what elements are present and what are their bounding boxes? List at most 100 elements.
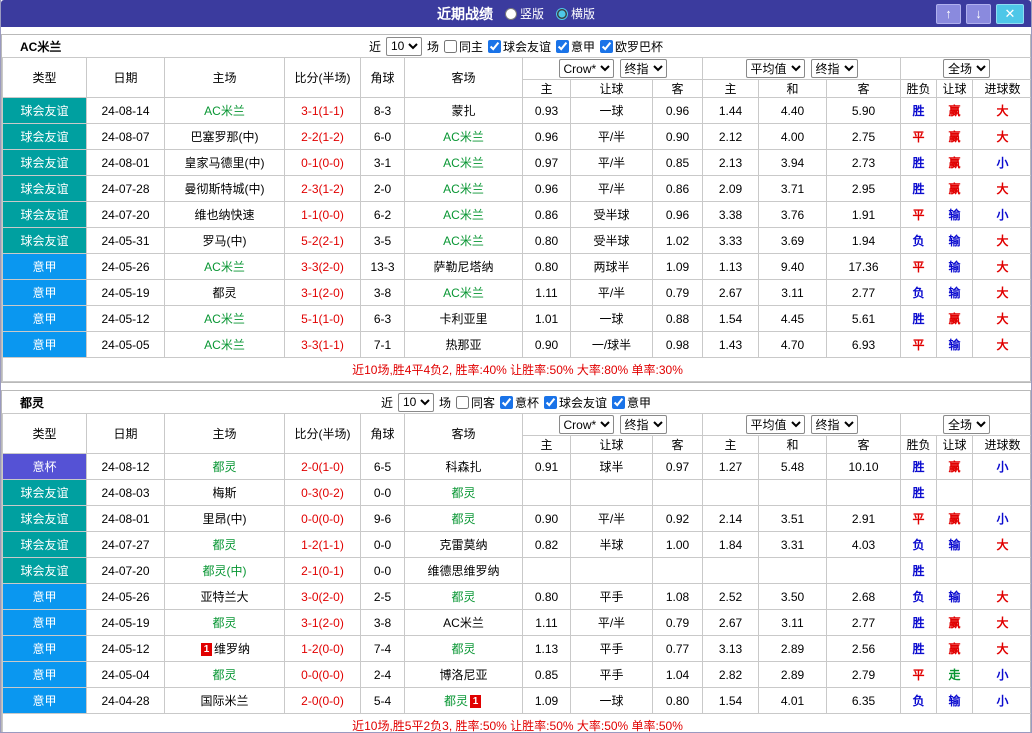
handicap-result-cell: 赢 (937, 506, 973, 532)
handicap-time-select[interactable]: 终指 (620, 59, 667, 78)
competition-checkbox[interactable] (556, 40, 569, 53)
handicap-result-cell: 赢 (937, 176, 973, 202)
close-button[interactable]: ✕ (996, 4, 1024, 24)
competition-filter[interactable]: 球会友谊 (544, 394, 607, 411)
vertical-radio[interactable] (505, 8, 517, 20)
col-header-score: 比分(半场) (285, 58, 361, 98)
same-venue-filter[interactable]: 同客 (456, 394, 495, 411)
match-row: 意甲24-05-26AC米兰3-3(2-0)13-3萨勒尼塔纳0.80两球半1.… (3, 254, 1032, 280)
date-cell: 24-08-14 (87, 98, 165, 124)
team-name: AC米兰 (443, 182, 484, 196)
layout-radio-vertical[interactable]: 竖版 (505, 5, 544, 22)
home-team-cell: 皇家马德里(中) (165, 150, 285, 176)
europe-away-odds-cell: 2.75 (827, 124, 901, 150)
date-cell: 24-08-01 (87, 506, 165, 532)
competition-checkbox[interactable] (600, 40, 613, 53)
handicap-away-odds-cell: 0.90 (653, 124, 703, 150)
handicap-result-cell: 赢 (937, 454, 973, 480)
europe-draw-odds-cell: 4.40 (759, 98, 827, 124)
match-count-select[interactable]: 10 (398, 393, 434, 412)
europe-source-select[interactable]: 平均值 (746, 59, 805, 78)
competition-checkbox[interactable] (544, 396, 557, 409)
away-team-cell: AC米兰 (405, 124, 523, 150)
match-row: 意甲24-05-05AC米兰3-3(1-1)7-1热那亚0.90一/球半0.98… (3, 332, 1032, 358)
handicap-line-cell: 一球 (571, 98, 653, 124)
europe-time-select[interactable]: 终指 (811, 59, 858, 78)
goals-result-cell: 大 (973, 332, 1032, 358)
corners-cell: 8-3 (361, 98, 405, 124)
competition-filter[interactable]: 欧罗巴杯 (600, 38, 663, 55)
europe-source-select[interactable]: 平均值 (746, 415, 805, 434)
date-cell: 24-05-31 (87, 228, 165, 254)
match-row: 意杯24-08-12都灵2-0(1-0)6-5科森扎0.91球半0.971.27… (3, 454, 1032, 480)
date-cell: 24-05-05 (87, 332, 165, 358)
result-cell: 胜 (901, 610, 937, 636)
scope-group-header: 全场 (901, 58, 1032, 80)
col-header-corners: 角球 (361, 58, 405, 98)
team-name: 热那亚 (445, 338, 481, 352)
same-venue-filter[interactable]: 同主 (444, 38, 483, 55)
result-cell: 负 (901, 584, 937, 610)
europe-time-select[interactable]: 终指 (811, 415, 858, 434)
scope-select[interactable]: 全场 (943, 415, 990, 434)
same-venue-checkbox[interactable] (444, 40, 457, 53)
goals-result-cell (973, 480, 1032, 506)
league-cell: 球会友谊 (3, 228, 87, 254)
competition-filter[interactable]: 意杯 (500, 394, 539, 411)
team-name: 皇家马德里(中) (185, 156, 265, 170)
goals-result-cell: 大 (973, 228, 1032, 254)
date-cell: 24-05-19 (87, 280, 165, 306)
goals-result-cell: 大 (973, 610, 1032, 636)
scroll-up-button[interactable]: ↑ (936, 4, 961, 24)
handicap-line-cell: 半球 (571, 532, 653, 558)
away-team-cell: 都灵 (405, 636, 523, 662)
europe-draw-odds-cell: 4.01 (759, 688, 827, 714)
same-venue-checkbox[interactable] (456, 396, 469, 409)
away-team-cell: 卡利亚里 (405, 306, 523, 332)
date-cell: 24-08-03 (87, 480, 165, 506)
competition-filter[interactable]: 意甲 (612, 394, 651, 411)
handicap-source-select[interactable]: Crow* (559, 59, 614, 78)
team-name: 都灵 (212, 286, 236, 300)
team-name: AC米兰 (443, 130, 484, 144)
score-cell: 5-1(1-0) (285, 306, 361, 332)
date-cell: 24-05-12 (87, 636, 165, 662)
competition-checkbox[interactable] (612, 396, 625, 409)
competition-filter[interactable]: 意甲 (556, 38, 595, 55)
team-name: 维德思维罗纳 (427, 564, 499, 578)
team-block-torino: 都灵 近 10 场 同客 意杯 球会友谊 意 (1, 390, 1031, 733)
col-header-type: 类型 (3, 414, 87, 454)
away-team-cell: AC米兰 (405, 610, 523, 636)
horizontal-radio[interactable] (556, 8, 568, 20)
europe-away-odds-cell: 2.77 (827, 280, 901, 306)
date-cell: 24-05-26 (87, 584, 165, 610)
competition-filter[interactable]: 球会友谊 (488, 38, 551, 55)
team-name: 萨勒尼塔纳 (433, 260, 493, 274)
handicap-away-odds-cell: 0.92 (653, 506, 703, 532)
handicap-source-select[interactable]: Crow* (559, 415, 614, 434)
handicap-home-odds-cell: 1.11 (523, 280, 571, 306)
europe-home-odds-cell: 3.33 (703, 228, 759, 254)
corners-cell: 3-8 (361, 610, 405, 636)
home-team-cell: 里昂(中) (165, 506, 285, 532)
handicap-time-select[interactable]: 终指 (620, 415, 667, 434)
away-team-cell: 维德思维罗纳 (405, 558, 523, 584)
score-cell: 2-0(1-0) (285, 454, 361, 480)
scope-select[interactable]: 全场 (943, 59, 990, 78)
handicap-away-odds-cell: 1.09 (653, 254, 703, 280)
date-cell: 24-08-07 (87, 124, 165, 150)
score-cell: 2-0(0-0) (285, 688, 361, 714)
match-count-select[interactable]: 10 (386, 37, 422, 56)
result-cell: 平 (901, 662, 937, 688)
competition-label: 欧罗巴杯 (615, 38, 663, 55)
away-team-cell: AC米兰 (405, 150, 523, 176)
goals-result-cell: 小 (973, 150, 1032, 176)
handicap-home-odds-cell: 0.91 (523, 454, 571, 480)
recent-results-widget: 近期战绩 竖版 横版 ↑ ↓ ✕ AC米兰 近 10 场 (0, 0, 1032, 733)
team-name-title: AC米兰 (20, 38, 61, 55)
goals-result-cell: 大 (973, 306, 1032, 332)
layout-radio-horizontal[interactable]: 横版 (556, 5, 595, 22)
competition-checkbox[interactable] (500, 396, 513, 409)
competition-checkbox[interactable] (488, 40, 501, 53)
scroll-down-button[interactable]: ↓ (966, 4, 991, 24)
